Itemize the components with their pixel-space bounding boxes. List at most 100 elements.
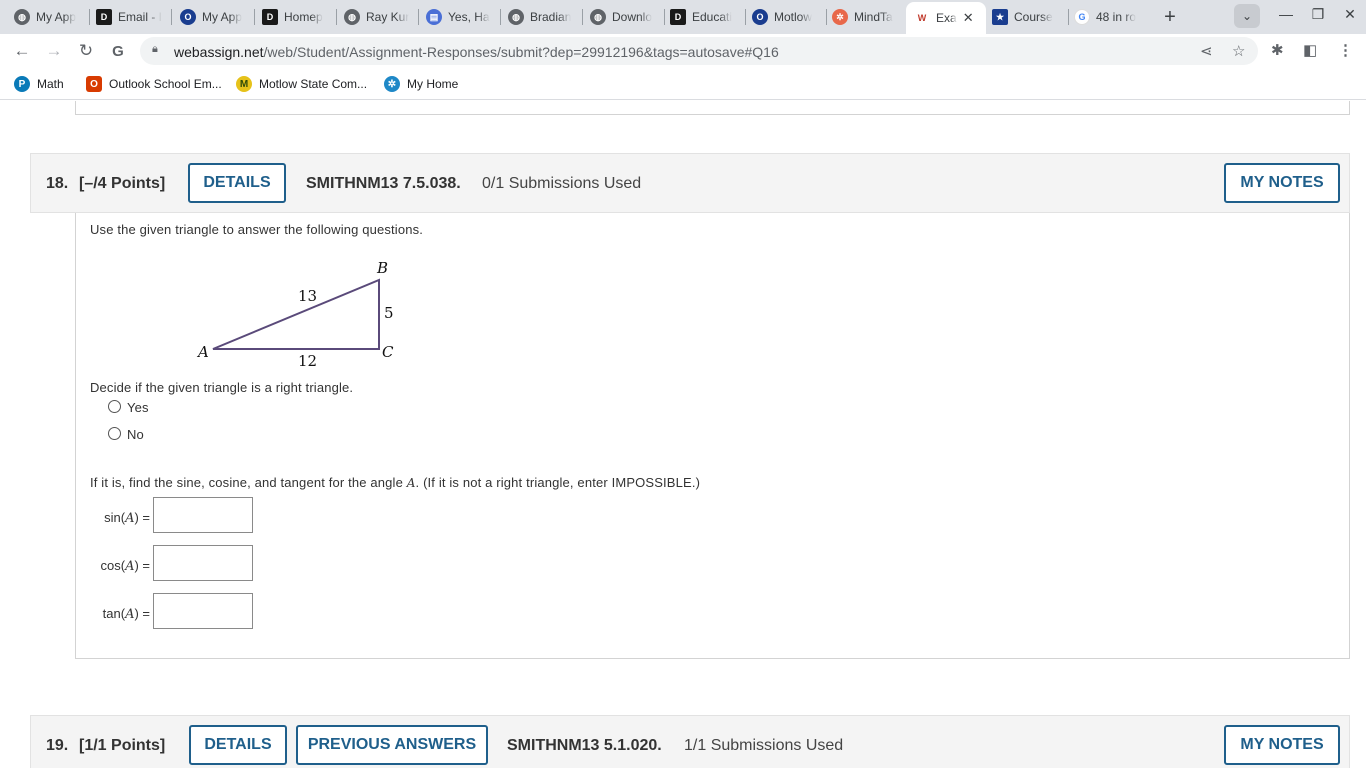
tab-2[interactable]: D Email - I <box>96 4 166 30</box>
share-icon[interactable]: ⋖ <box>1200 42 1213 60</box>
tan-input[interactable] <box>153 593 253 629</box>
sin-input[interactable] <box>153 497 253 533</box>
question-number: 18. <box>46 175 69 192</box>
question-18-body: Use the given triangle to answer the fol… <box>75 213 1350 659</box>
tab-search-chevron-down-icon[interactable]: ⌄ <box>1234 4 1260 28</box>
tab-8[interactable]: ◍ Downlo <box>590 4 660 30</box>
bookmark-outlook[interactable]: O Outlook School Em... <box>86 76 222 92</box>
d2l-icon: D <box>262 9 278 25</box>
details-button[interactable]: DETAILS <box>189 725 287 765</box>
bookmark-star-icon[interactable]: ☆ <box>1232 42 1245 60</box>
tab-separator <box>1068 9 1069 25</box>
page-content: 18. [–/4 Points] DETAILS SMITHNM13 7.5.0… <box>0 101 1366 768</box>
tab-11[interactable]: ✲ MindTa <box>832 4 902 30</box>
restore-icon[interactable]: ❐ <box>1308 6 1328 23</box>
tab-5[interactable]: ◍ Ray Kur <box>344 4 414 30</box>
cos-label: cos(A) = <box>100 558 151 574</box>
extensions-puzzle-icon[interactable]: ✱ <box>1271 41 1284 59</box>
tab-6[interactable]: ▤ Yes, Ha <box>426 4 496 30</box>
chart-icon: ▤ <box>426 9 442 25</box>
browser-toolbar: ← → ↻ G 🔒︎ webassign.net/web/Student/Ass… <box>0 34 1366 68</box>
globe-icon: ◍ <box>508 9 524 25</box>
circle-o-icon: O <box>180 9 196 25</box>
vertex-label-a: A <box>196 343 209 361</box>
tab-1[interactable]: ◍ My App <box>14 4 84 30</box>
triangle-shape <box>212 278 380 350</box>
my-notes-button[interactable]: MY NOTES <box>1224 725 1340 765</box>
side-label-ab: 13 <box>298 287 317 305</box>
d2l-icon: D <box>96 9 112 25</box>
question-18-header: 18. [–/4 Points] DETAILS SMITHNM13 7.5.0… <box>30 153 1350 213</box>
star-shield-icon: ★ <box>992 9 1008 25</box>
tab-strip: ◍ My App D Email - I O My App D Homep ◍ … <box>0 0 1366 34</box>
side-label-ac: 12 <box>298 352 317 370</box>
previous-question-box <box>75 101 1350 115</box>
globe-icon: ◍ <box>590 9 606 25</box>
bookmark-math[interactable]: P Math <box>14 76 64 92</box>
radio-no-label[interactable]: No <box>127 427 144 442</box>
back-arrow-icon[interactable]: ← <box>11 40 33 62</box>
question-code: SMITHNM13 5.1.020. <box>507 737 662 754</box>
tab-separator <box>745 9 746 25</box>
tab-separator <box>171 9 172 25</box>
tab-separator <box>500 9 501 25</box>
address-bar[interactable]: 🔒︎ webassign.net/web/Student/Assignment-… <box>140 37 1258 65</box>
radio-yes-label[interactable]: Yes <box>127 400 149 415</box>
bookmark-motlow[interactable]: M Motlow State Com... <box>236 76 367 92</box>
forward-arrow-icon[interactable]: → <box>43 40 65 62</box>
minimize-icon[interactable]: — <box>1276 6 1296 22</box>
tan-label: tan(A) = <box>102 606 150 622</box>
d2l-icon: D <box>670 9 686 25</box>
radio-yes[interactable] <box>108 400 121 413</box>
radio-no[interactable] <box>108 427 121 440</box>
vertex-label-c: C <box>382 343 394 361</box>
question-19-header: 19. [1/1 Points] DETAILS PREVIOUS ANSWER… <box>30 715 1350 768</box>
pinwheel-icon: ✲ <box>384 76 400 92</box>
google-g-icon[interactable]: G <box>107 40 129 62</box>
url-text[interactable]: webassign.net/web/Student/Assignment-Res… <box>174 44 779 60</box>
tab-9[interactable]: D Educati <box>670 4 740 30</box>
reload-icon[interactable]: ↻ <box>75 40 97 62</box>
tab-4[interactable]: D Homep <box>262 4 332 30</box>
question-prompt: Use the given triangle to answer the fol… <box>90 222 424 237</box>
motlow-icon: M <box>236 76 252 92</box>
instruction-text: If it is, find the sine, cosine, and tan… <box>90 475 701 490</box>
tab-separator <box>826 9 827 25</box>
new-tab-plus-icon[interactable]: + <box>1156 3 1184 31</box>
pinwheel-icon: ✲ <box>832 9 848 25</box>
google-icon: G <box>1074 9 1090 25</box>
tab-7[interactable]: ◍ Bradian <box>508 4 578 30</box>
submissions-used: 0/1 Submissions Used <box>482 175 642 192</box>
question-code: SMITHNM13 7.5.038. <box>306 175 461 192</box>
globe-icon: ◍ <box>14 9 30 25</box>
my-notes-button[interactable]: MY NOTES <box>1224 163 1340 203</box>
vertex-label-b: B <box>376 259 388 277</box>
close-window-icon[interactable]: ✕ <box>1340 6 1360 23</box>
tab-separator <box>418 9 419 25</box>
submissions-used: 1/1 Submissions Used <box>684 737 844 754</box>
tab-separator <box>582 9 583 25</box>
triangle-figure: A B C 13 5 12 <box>196 259 394 370</box>
lock-icon[interactable]: 🔒︎ <box>152 43 158 56</box>
tab-separator <box>664 9 665 25</box>
details-button[interactable]: DETAILS <box>188 163 286 203</box>
cos-input[interactable] <box>153 545 253 581</box>
menu-kebab-icon[interactable]: ⋮ <box>1338 41 1353 59</box>
tab-separator <box>254 9 255 25</box>
close-tab-icon[interactable]: ✕ <box>963 10 974 26</box>
tab-13[interactable]: ★ Course <box>992 4 1064 30</box>
tab-active-webassign[interactable]: W Exa ✕ <box>906 2 986 34</box>
pearson-icon: P <box>14 76 30 92</box>
previous-answers-button[interactable]: PREVIOUS ANSWERS <box>296 725 488 765</box>
side-panel-icon[interactable]: ◧ <box>1303 41 1317 59</box>
tab-14[interactable]: G 48 in ro <box>1074 4 1144 30</box>
tab-10[interactable]: O Motlow <box>752 4 822 30</box>
office-icon: O <box>86 76 102 92</box>
decide-text: Decide if the given triangle is a right … <box>90 380 354 395</box>
question-number: 19. <box>46 737 69 754</box>
side-label-bc: 5 <box>384 304 394 322</box>
bookmark-my-home[interactable]: ✲ My Home <box>384 76 458 92</box>
question-points: [1/1 Points] <box>79 737 166 754</box>
sin-label: sin(A) = <box>104 510 150 526</box>
tab-3[interactable]: O My App <box>180 4 250 30</box>
